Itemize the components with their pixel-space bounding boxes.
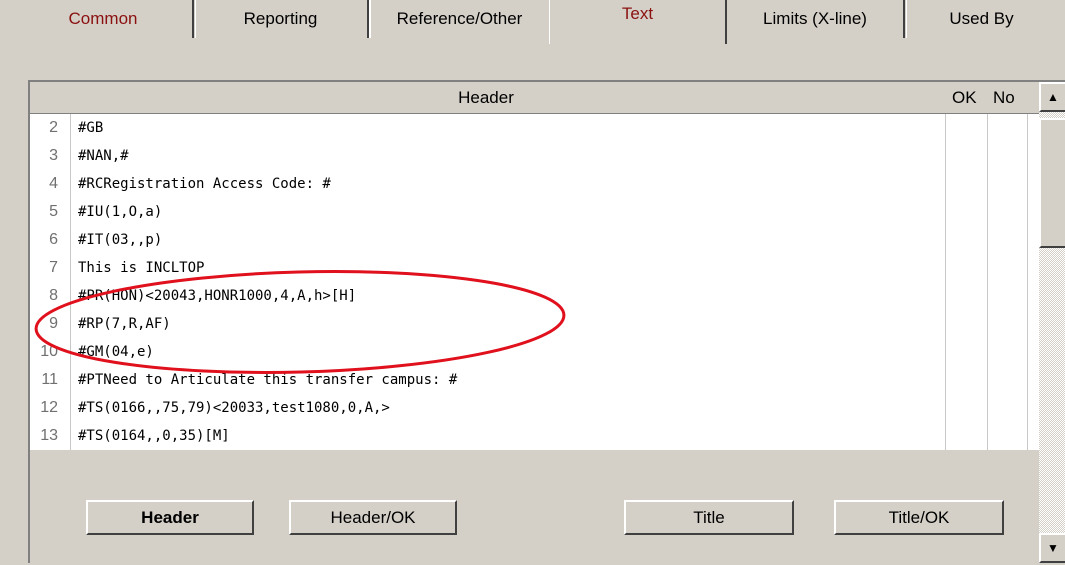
table-row[interactable]: 3 #NAN,# — [30, 142, 1039, 170]
row-no-cell[interactable] — [988, 226, 1028, 254]
row-ok-cell[interactable] — [946, 338, 988, 366]
row-no-cell[interactable] — [988, 170, 1028, 198]
row-number: 6 — [30, 226, 70, 254]
row-number: 3 — [30, 142, 70, 170]
row-no-cell[interactable] — [988, 310, 1028, 338]
row-no-cell[interactable] — [988, 142, 1028, 170]
tab-strip: Common Reporting Reference/Other Text Li… — [14, 0, 1058, 44]
row-code-cell[interactable]: #GM(04,e) — [70, 338, 946, 366]
row-code-cell[interactable]: #NAN,# — [70, 142, 946, 170]
table-row[interactable]: 9 #RP(7,R,AF) — [30, 310, 1039, 338]
row-number: 13 — [30, 422, 70, 450]
row-code-cell[interactable]: #TS(0166,,75,79)<20033,test1080,0,A,> — [70, 394, 946, 422]
column-header-header[interactable]: Header — [30, 88, 942, 108]
row-filler — [1028, 114, 1039, 142]
tab-limits-x-line[interactable]: Limits (X-line) — [727, 0, 907, 38]
title-ok-button[interactable]: Title/OK — [834, 500, 1004, 535]
row-ok-cell[interactable] — [946, 366, 988, 394]
row-number: 2 — [30, 114, 70, 142]
row-filler — [1028, 226, 1039, 254]
column-header-ok[interactable]: OK — [952, 88, 977, 108]
table-row[interactable]: 2 #GB — [30, 114, 1039, 142]
header-button[interactable]: Header — [86, 500, 254, 535]
row-code-cell[interactable]: This is INCLTOP — [70, 254, 946, 282]
row-code-cell[interactable]: #TS(0164,,0,35)[M] — [70, 422, 946, 450]
row-number: 5 — [30, 198, 70, 226]
scroll-up-button[interactable]: ▲ — [1039, 82, 1065, 112]
row-no-cell[interactable] — [988, 422, 1028, 450]
row-filler — [1028, 170, 1039, 198]
row-number: 8 — [30, 282, 70, 310]
row-number: 7 — [30, 254, 70, 282]
row-number: 11 — [30, 366, 70, 394]
row-no-cell[interactable] — [988, 114, 1028, 142]
row-filler — [1028, 254, 1039, 282]
row-ok-cell[interactable] — [946, 142, 988, 170]
triangle-down-icon: ▼ — [1047, 541, 1059, 555]
row-code-cell[interactable]: #IT(03,,p) — [70, 226, 946, 254]
table-row[interactable]: 12 #TS(0166,,75,79)<20033,test1080,0,A,> — [30, 394, 1039, 422]
row-ok-cell[interactable] — [946, 254, 988, 282]
triangle-up-icon: ▲ — [1047, 90, 1059, 104]
scroll-down-button[interactable]: ▼ — [1039, 533, 1065, 563]
row-ok-cell[interactable] — [946, 310, 988, 338]
tab-reference-other[interactable]: Reference/Other — [369, 0, 549, 38]
row-code-cell[interactable]: #RCRegistration Access Code: # — [70, 170, 946, 198]
table-row[interactable]: 10 #GM(04,e) — [30, 338, 1039, 366]
text-grid: Header OK No 2 #GB 3 #NAN,# 4 #RCRegistration… — [28, 80, 1065, 565]
row-ok-cell[interactable] — [946, 226, 988, 254]
row-number: 9 — [30, 310, 70, 338]
header-button-bar: Header Header/OK Title Title/OK — [30, 492, 1039, 565]
row-number: 12 — [30, 394, 70, 422]
row-no-cell[interactable] — [988, 338, 1028, 366]
row-code-cell[interactable]: #PTNeed to Articulate this transfer camp… — [70, 366, 946, 394]
row-no-cell[interactable] — [988, 254, 1028, 282]
vertical-scrollbar[interactable]: ▲ ▼ — [1039, 82, 1065, 563]
tab-common[interactable]: Common — [14, 0, 196, 38]
row-number: 4 — [30, 170, 70, 198]
table-row[interactable]: 4 #RCRegistration Access Code: # — [30, 170, 1039, 198]
tab-text[interactable]: Text — [549, 0, 727, 44]
tab-reporting[interactable]: Reporting — [194, 0, 371, 38]
table-row[interactable]: 5 #IU(1,O,a) — [30, 198, 1039, 226]
header-ok-button[interactable]: Header/OK — [289, 500, 457, 535]
row-ok-cell[interactable] — [946, 422, 988, 450]
grid-column-header: Header OK No — [30, 82, 1039, 114]
row-filler — [1028, 198, 1039, 226]
grid-rows: 2 #GB 3 #NAN,# 4 #RCRegistration Access Code:… — [30, 114, 1039, 450]
scroll-thumb[interactable] — [1039, 118, 1065, 248]
row-filler — [1028, 422, 1039, 450]
table-row[interactable]: 6 #IT(03,,p) — [30, 226, 1039, 254]
title-button[interactable]: Title — [624, 500, 794, 535]
row-filler — [1028, 394, 1039, 422]
column-header-no[interactable]: No — [993, 88, 1015, 108]
row-code-cell[interactable]: #GB — [70, 114, 946, 142]
tab-used-by[interactable]: Used By — [905, 0, 1058, 38]
row-code-cell[interactable]: #RP(7,R,AF) — [70, 310, 946, 338]
row-ok-cell[interactable] — [946, 114, 988, 142]
row-number: 10 — [30, 338, 70, 366]
row-ok-cell[interactable] — [946, 170, 988, 198]
row-no-cell[interactable] — [988, 366, 1028, 394]
row-no-cell[interactable] — [988, 282, 1028, 310]
row-filler — [1028, 366, 1039, 394]
row-ok-cell[interactable] — [946, 198, 988, 226]
row-filler — [1028, 338, 1039, 366]
table-row[interactable]: 13 #TS(0164,,0,35)[M] — [30, 422, 1039, 450]
row-filler — [1028, 310, 1039, 338]
row-ok-cell[interactable] — [946, 282, 988, 310]
row-no-cell[interactable] — [988, 198, 1028, 226]
table-row[interactable]: 7 This is INCLTOP — [30, 254, 1039, 282]
row-no-cell[interactable] — [988, 394, 1028, 422]
table-row[interactable]: 11 #PTNeed to Articulate this transfer ca… — [30, 366, 1039, 394]
row-filler — [1028, 142, 1039, 170]
row-code-cell[interactable]: #PR(HON)<20043,HONR1000,4,A,h>[H] — [70, 282, 946, 310]
table-row[interactable]: 8 #PR(HON)<20043,HONR1000,4,A,h>[H] — [30, 282, 1039, 310]
row-code-cell[interactable]: #IU(1,O,a) — [70, 198, 946, 226]
row-ok-cell[interactable] — [946, 394, 988, 422]
row-filler — [1028, 282, 1039, 310]
